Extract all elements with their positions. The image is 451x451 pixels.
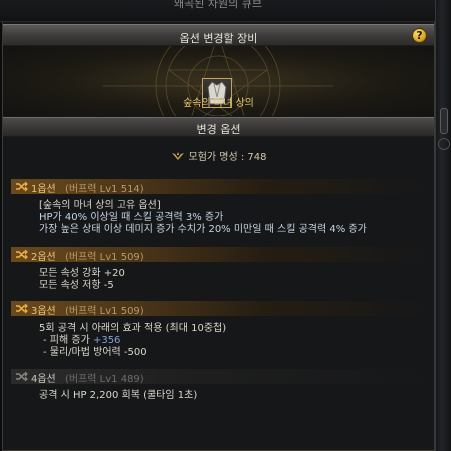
option-4-header: 4옵션 (버프력 Lv1 489) — [11, 369, 431, 385]
frame-ornament — [438, 138, 450, 150]
adventurer-fame: 모험가 명성 : 748 — [3, 148, 434, 163]
shuffle-icon — [16, 303, 28, 314]
option-3-header: 3옵션 (버프력 Lv1 509) — [11, 301, 431, 317]
option-2-label: 2옵션 — [31, 252, 56, 263]
window-title: 왜곡된 차원의 큐브 — [174, 0, 262, 10]
help-icon[interactable]: ? — [412, 28, 427, 43]
option-3-label: 3옵션 — [31, 306, 56, 317]
window-titlebar: 왜곡된 차원의 큐브 — [0, 0, 451, 22]
shuffle-icon — [16, 249, 28, 260]
shuffle-icon — [16, 181, 28, 192]
section-header: 변경 옵션 — [3, 117, 434, 137]
option-4-line-1: 공격 시 HP 2,200 회복 (쿨타임 1초) — [39, 390, 198, 401]
option-1-buff: (버프력 Lv1 514) — [65, 184, 144, 195]
panel-title: 옵션 변경할 장비 — [179, 32, 258, 45]
item-name: 숲속의 마녀 상의 — [183, 98, 254, 109]
right-frame-edge — [435, 0, 451, 451]
option-1-label: 1옵션 — [31, 184, 56, 195]
option-2-line-2: 모든 속성 저항 -5 — [39, 280, 114, 291]
option-change-panel: 옵션 변경할 장비 ? 숲속의 마녀 상의 변경 옵션 모험가 명성: 748… — [2, 22, 435, 451]
option-3-buff: (버프력 Lv1 509) — [65, 306, 144, 317]
fame-label: 모험가 명성 : 748 — [188, 152, 267, 163]
option-4-buff: (버프력 Lv1 489) — [65, 374, 144, 385]
section-title: 변경 옵션 — [196, 123, 241, 136]
frame-handle[interactable] — [440, 108, 448, 134]
option-2-buff: (버프력 Lv1 509) — [65, 252, 144, 263]
panel-header: 옵션 변경할 장비 ? — [3, 24, 434, 46]
option-1-header: 1옵션 (버프력 Lv1 514) — [11, 179, 431, 195]
fame-wings-icon — [171, 152, 184, 160]
option-4-label: 4옵션 — [31, 374, 56, 385]
shuffle-icon — [16, 371, 28, 382]
option-1-line-3: 가장 높은 상태 이상 데미지 증가 수치가 20% 미만일 때 스킬 공격력 … — [39, 224, 367, 235]
option-3-line-3: - 물리/마법 방어력 -500 — [43, 347, 147, 358]
option-2-header: 2옵션 (버프력 Lv1 509) — [11, 247, 431, 263]
